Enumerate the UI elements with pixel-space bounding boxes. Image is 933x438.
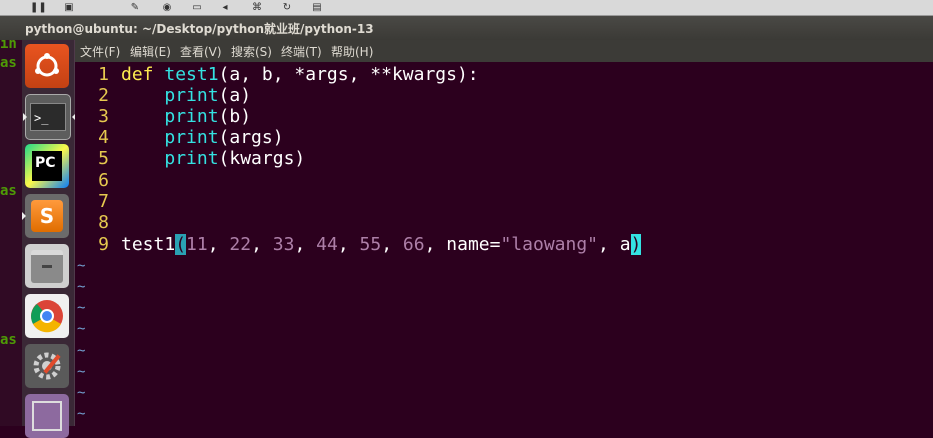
- code-line: 7: [75, 191, 109, 212]
- code-line: 2 print(a): [75, 85, 251, 106]
- menu-help[interactable]: 帮助(H): [331, 43, 373, 60]
- empty-line-marker: ~: [77, 321, 86, 337]
- sublime-glyph: S: [31, 200, 63, 232]
- refresh-icon[interactable]: ↻: [280, 1, 294, 14]
- code-line: 3 print(b): [75, 106, 251, 127]
- matched-open-paren: (: [175, 234, 187, 255]
- line-number: 5: [98, 148, 109, 169]
- empty-line-marker: ~: [77, 406, 86, 422]
- code-line: 6: [75, 170, 109, 191]
- function-name: test1: [164, 64, 219, 85]
- pycharm-icon[interactable]: PC: [25, 144, 69, 188]
- code-line: 1 def test1(a, b, *args, **kwargs):: [75, 64, 479, 85]
- number-literal: 22: [229, 234, 252, 255]
- background-text: as: [0, 55, 17, 71]
- argument: a: [619, 234, 631, 255]
- empty-line-marker: ~: [77, 343, 86, 359]
- code-text: (a, b, *args, **kwargs):: [218, 64, 479, 85]
- code-line: 4 print(args): [75, 127, 284, 148]
- code-text: (b): [218, 106, 252, 127]
- settings-icon[interactable]: [25, 344, 69, 388]
- line-number: 8: [98, 212, 109, 233]
- code-text: (args): [218, 127, 284, 148]
- background-text: as: [0, 332, 17, 348]
- function-call: test1: [121, 234, 176, 255]
- audio-icon[interactable]: ◂: [218, 1, 232, 14]
- line-number: 1: [98, 64, 109, 85]
- pause-icon[interactable]: ❚❚: [30, 1, 47, 14]
- code-line: 9 test1(11, 22, 33, 44, 55, 66, name="lao…: [75, 234, 642, 255]
- pycharm-glyph: PC: [32, 151, 62, 181]
- line-number: 4: [98, 127, 109, 148]
- number-literal: 44: [316, 234, 338, 255]
- line-number: 2: [98, 85, 109, 106]
- empty-line-marker: ~: [77, 385, 86, 401]
- number-literal: 66: [402, 234, 425, 255]
- usb-icon[interactable]: ⌘: [250, 1, 264, 14]
- code-line: 8: [75, 212, 109, 233]
- menu-view[interactable]: 查看(V): [180, 43, 222, 60]
- line-number: 7: [98, 191, 109, 212]
- keyword: def: [121, 64, 154, 85]
- terminal-icon[interactable]: >_: [23, 94, 76, 140]
- number-literal: 33: [272, 234, 295, 255]
- tool-icon[interactable]: ✎: [128, 1, 142, 14]
- string-literal: "laowang": [500, 234, 599, 255]
- screenshot-icon[interactable]: ▣: [62, 1, 76, 14]
- files-icon[interactable]: [25, 244, 69, 288]
- background-text: in: [0, 40, 17, 52]
- network-icon[interactable]: ◉: [160, 1, 174, 14]
- host-toolbar: ❚❚ ▣ ✎ ◉ ▭ ◂ ⌘ ↻ ▤: [0, 0, 933, 16]
- running-indicator: [23, 113, 27, 121]
- title-bar[interactable]: python@ubuntu: ~/Desktop/python就业班/pytho…: [0, 16, 933, 40]
- ubuntu-logo-icon[interactable]: [25, 44, 69, 88]
- empty-line-marker: ~: [77, 364, 86, 380]
- menu-bar: 文件(F) 编辑(E) 查看(V) 搜索(S) 终端(T) 帮助(H): [75, 40, 933, 62]
- empty-line-marker: ~: [77, 279, 86, 295]
- shared-folder-icon[interactable]: ▤: [310, 1, 324, 14]
- line-number: 6: [98, 170, 109, 191]
- builtin-print: print: [164, 148, 219, 169]
- running-indicator: [22, 212, 26, 220]
- code-text: (kwargs): [218, 148, 306, 169]
- code-line: 5 print(kwargs): [75, 148, 305, 169]
- background-terminal: in as as as: [0, 40, 22, 426]
- builtin-print: print: [164, 85, 219, 106]
- number-literal: 11: [186, 234, 208, 255]
- builtin-print: print: [164, 127, 219, 148]
- chrome-icon[interactable]: [25, 294, 69, 338]
- line-number: 3: [98, 106, 109, 127]
- vim-editor[interactable]: 1 def test1(a, b, *args, **kwargs): 2 pri…: [75, 62, 933, 426]
- menu-search[interactable]: 搜索(S): [231, 43, 272, 60]
- sublime-text-icon[interactable]: S: [22, 194, 69, 238]
- launcher: >_ PC S: [22, 40, 76, 438]
- code-text: (a): [218, 85, 252, 106]
- empty-line-marker: ~: [77, 300, 86, 316]
- number-literal: 55: [359, 234, 382, 255]
- window-title: python@ubuntu: ~/Desktop/python就业班/pytho…: [25, 22, 374, 36]
- terminal-glyph: >_: [30, 103, 66, 131]
- empty-line-marker: ~: [77, 258, 86, 274]
- display-icon[interactable]: ▭: [190, 1, 204, 14]
- menu-file[interactable]: 文件(F): [80, 43, 120, 60]
- keyword-arg: name=: [446, 234, 501, 255]
- line-number: 9: [98, 234, 109, 255]
- cursor: ): [630, 234, 642, 255]
- workspace-icon[interactable]: [25, 394, 69, 438]
- menu-terminal[interactable]: 终端(T): [281, 43, 322, 60]
- builtin-print: print: [164, 106, 219, 127]
- menu-edit[interactable]: 编辑(E): [130, 43, 171, 60]
- background-text: as: [0, 183, 17, 199]
